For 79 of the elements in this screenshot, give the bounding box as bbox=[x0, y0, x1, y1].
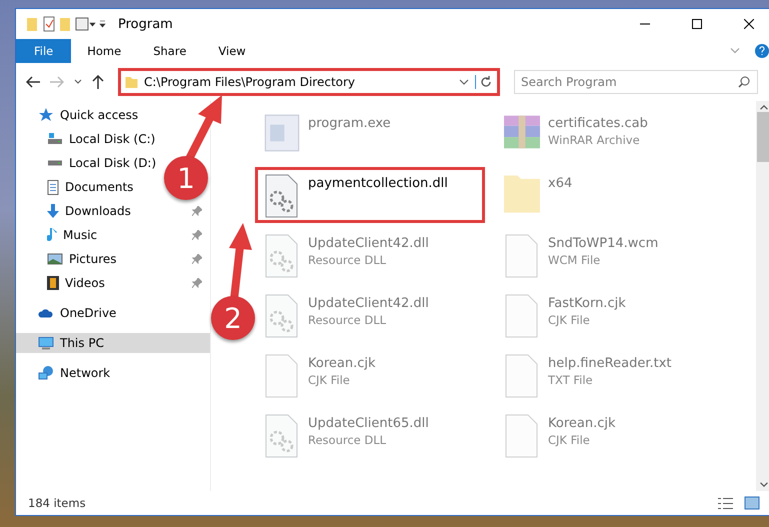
help-icon[interactable] bbox=[754, 43, 769, 59]
ribbon-tab[interactable]: View bbox=[202, 39, 262, 63]
sidebar-item[interactable]: Network bbox=[16, 363, 118, 383]
picture-icon bbox=[47, 253, 63, 265]
chevron-down-icon bbox=[74, 79, 82, 85]
chevron-up-icon[interactable] bbox=[760, 105, 768, 110]
archive-icon bbox=[504, 114, 540, 150]
thumbnail-view-icon[interactable] bbox=[744, 496, 760, 510]
film-icon bbox=[47, 276, 59, 290]
sidebar-item[interactable]: OneDrive bbox=[16, 303, 124, 323]
gear-file-icon bbox=[264, 294, 300, 338]
file-item[interactable]: Korean.cjk CJK File bbox=[495, 407, 733, 463]
file-item[interactable]: UpdateClient65.dll Resource DLL bbox=[255, 407, 485, 463]
gear-file-icon bbox=[264, 174, 300, 218]
maximize-icon bbox=[692, 19, 702, 29]
pin-icon[interactable] bbox=[192, 206, 202, 216]
sidebar-item[interactable]: Pictures bbox=[16, 249, 210, 269]
sidebar-item[interactable]: Local Disk (D:) bbox=[16, 153, 164, 173]
sidebar-item[interactable]: Documents bbox=[16, 177, 142, 197]
file-icon bbox=[264, 354, 300, 398]
drive-icon bbox=[47, 160, 63, 166]
file-icon bbox=[504, 294, 540, 338]
drive-icon bbox=[47, 133, 63, 145]
back-button[interactable] bbox=[24, 74, 42, 90]
scrollbar[interactable] bbox=[756, 101, 769, 491]
file-item[interactable]: help.fineReader.txt TXT File bbox=[495, 347, 733, 403]
file-icon bbox=[504, 414, 540, 458]
file-menu-tab[interactable]: File bbox=[16, 39, 72, 63]
folder-icon bbox=[504, 174, 540, 214]
file-item[interactable]: FastKorn.cjk CJK File bbox=[495, 287, 733, 343]
gear-file-icon bbox=[264, 234, 300, 278]
gear-file-icon bbox=[264, 414, 300, 458]
sidebar-item[interactable]: Music bbox=[16, 225, 210, 245]
document-icon bbox=[47, 180, 59, 194]
item-count: 184 items bbox=[28, 496, 87, 510]
ribbon-tab[interactable]: Home bbox=[71, 39, 138, 63]
right-arrow-icon bbox=[50, 76, 64, 88]
download-arrow-icon bbox=[47, 204, 59, 218]
sidebar-item[interactable]: This PC bbox=[16, 333, 210, 353]
file-item[interactable]: paymentcollection.dll bbox=[255, 167, 485, 223]
file-item[interactable]: x64 bbox=[495, 167, 733, 223]
file-icon bbox=[504, 234, 540, 278]
up-arrow-icon bbox=[92, 75, 104, 89]
chevron-down-icon[interactable] bbox=[760, 482, 768, 487]
sidebar-item[interactable]: Downloads bbox=[16, 201, 210, 221]
search-field[interactable]: Search Program bbox=[514, 70, 758, 94]
ribbon-tab[interactable]: Share bbox=[137, 39, 202, 63]
pin-icon[interactable] bbox=[192, 230, 202, 240]
monitor-icon bbox=[38, 336, 54, 350]
pin-icon[interactable] bbox=[192, 278, 202, 288]
music-note-icon bbox=[47, 228, 57, 242]
window-title: Program bbox=[118, 16, 174, 32]
details-view-icon[interactable] bbox=[718, 498, 734, 508]
close-icon bbox=[744, 19, 754, 29]
file-item[interactable]: program.exe bbox=[255, 107, 485, 163]
scrollbar-thumb[interactable] bbox=[757, 112, 769, 162]
file-item[interactable]: UpdateClient42.dll Resource DLL bbox=[255, 227, 485, 283]
quick-access-toolbar-icon[interactable] bbox=[26, 16, 106, 32]
file-icon bbox=[504, 354, 540, 398]
pin-icon[interactable] bbox=[192, 254, 202, 264]
sidebar-item[interactable]: Local Disk (C:) bbox=[16, 129, 164, 149]
chevron-down-icon[interactable] bbox=[459, 79, 469, 85]
folder-icon bbox=[125, 76, 138, 88]
file-item[interactable]: certificates.cab WinRAR Archive bbox=[495, 107, 733, 163]
file-item[interactable]: UpdateClient42.dll Resource DLL bbox=[255, 287, 485, 343]
file-item[interactable]: Korean.cjk CJK File bbox=[255, 347, 485, 403]
left-arrow-icon bbox=[26, 76, 40, 88]
network-icon bbox=[38, 366, 54, 380]
address-bar[interactable]: C:\Program Files\Program Directory bbox=[118, 68, 500, 96]
program-icon bbox=[264, 114, 300, 152]
search-icon[interactable] bbox=[738, 76, 750, 88]
minimize-icon bbox=[640, 23, 650, 25]
refresh-icon[interactable] bbox=[475, 75, 493, 89]
up-button[interactable] bbox=[90, 73, 106, 91]
sidebar-item[interactable]: Videos bbox=[16, 273, 210, 293]
cloud-icon bbox=[38, 308, 54, 318]
file-item[interactable]: SndToWP14.wcm WCM File bbox=[495, 227, 733, 283]
star-icon bbox=[38, 108, 54, 122]
sidebar-item[interactable]: Quick access bbox=[16, 105, 146, 125]
